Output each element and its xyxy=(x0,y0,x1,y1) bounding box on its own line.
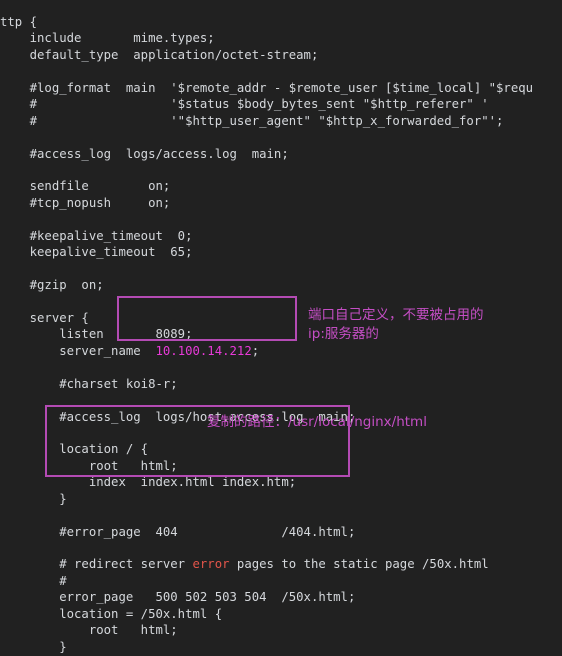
code-line: root html; xyxy=(0,458,178,473)
code-line: #tcp_nopush on; xyxy=(0,195,171,210)
annotation-text-path: 复制的路径：/usr/local/nginx/html xyxy=(207,414,427,430)
code-line: location = /50x.html { xyxy=(0,606,223,621)
code-line: default_type application/octet-stream; xyxy=(0,47,319,62)
code-line: #access_log logs/access.log main; xyxy=(0,146,289,161)
annotation-text-port: 端口自己定义，不要被占用的 ip:服务器的 xyxy=(308,307,484,342)
code-line: #log_format main '$remote_addr - $remote… xyxy=(0,80,534,95)
code-line: # redirect server error pages to the sta… xyxy=(0,557,489,572)
code-line: } xyxy=(0,491,67,506)
code-line: error_page 500 502 503 504 /50x.html; xyxy=(0,590,356,605)
code-line: } xyxy=(0,639,67,654)
code-line: # xyxy=(0,573,67,588)
code-line: #error_page 404 /404.html; xyxy=(0,524,356,539)
code-line: location / { xyxy=(0,442,149,457)
nginx-config-screenshot: ttp { include mime.types; default_type a… xyxy=(0,0,562,656)
code-line: keepalive_timeout 65; xyxy=(0,245,193,260)
code-line: # '$status $body_bytes_sent "$http_refer… xyxy=(0,97,489,112)
code-line: ttp { xyxy=(0,15,38,29)
code-line: #gzip on; xyxy=(0,278,104,292)
code-line: #charset koi8-r; xyxy=(0,376,178,391)
code-line: sendfile on; xyxy=(0,179,171,194)
code-line: index index.html index.htm; xyxy=(0,475,297,490)
code-line: #keepalive_timeout 0; xyxy=(0,228,193,243)
code-line: include mime.types; xyxy=(0,31,215,46)
code-line: server_name 10.100.14.212; xyxy=(0,343,260,358)
code-line: root html; xyxy=(0,623,178,638)
code-line: # '"$http_user_agent" "$http_x_forwarded… xyxy=(0,113,504,128)
